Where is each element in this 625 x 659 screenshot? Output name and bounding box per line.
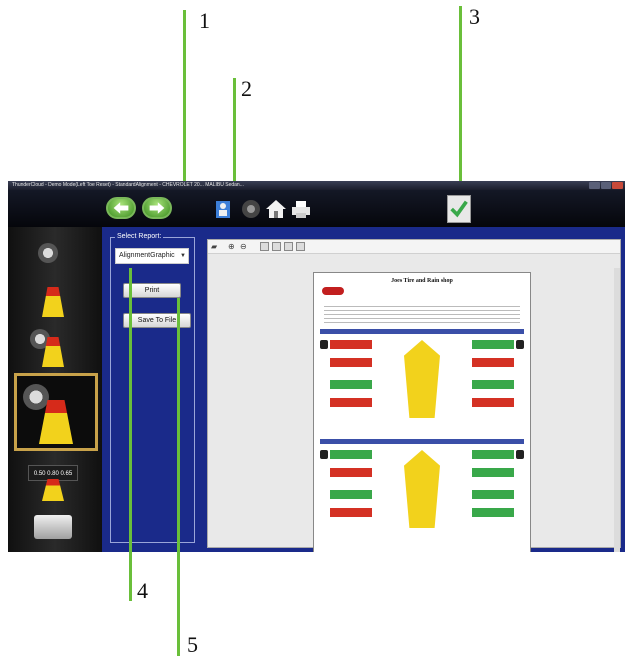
wheel-icon (320, 340, 328, 349)
print-icon[interactable] (290, 198, 312, 220)
select-report-panel: Select Report: AlignmentGraphic ▼ Print … (110, 233, 195, 543)
nav-item-report-active[interactable] (14, 373, 98, 451)
callout-line-4 (129, 268, 132, 601)
value-bar (472, 468, 514, 477)
value-bar (330, 508, 372, 517)
tire-icon (23, 384, 49, 410)
after-diagram (320, 446, 524, 532)
before-diagram (320, 336, 524, 422)
preview-toolbar: ▰ ⊕ ⊖ (208, 240, 620, 254)
page-view-four-button[interactable] (284, 242, 293, 251)
value-bar (472, 340, 514, 349)
callout-number-3: 3 (469, 4, 480, 29)
value-bar (330, 450, 372, 459)
customer-info-block (324, 303, 520, 323)
callout-number-2: 2 (241, 76, 252, 101)
zoom-out-icon[interactable]: ⊖ (240, 241, 247, 252)
wheel-icon (320, 450, 328, 459)
wheel-icon (516, 450, 524, 459)
preview-canvas: Joes Tire and Rain shop (208, 254, 620, 552)
tire-icon[interactable] (240, 198, 262, 220)
home-icon[interactable] (265, 198, 287, 220)
select-report-label: Select Report: (115, 233, 164, 240)
after-section-header (320, 439, 524, 444)
nav-item-alignment-rear[interactable] (22, 325, 84, 369)
window-controls (589, 182, 624, 189)
zoom-in-icon[interactable]: ⊕ (228, 241, 235, 252)
car-icon (42, 479, 64, 501)
tire-icon (38, 243, 58, 263)
measurement-values: 0.50 0.80 0.65 (28, 465, 78, 481)
forward-arrow-icon[interactable] (142, 197, 172, 219)
nav-item-tire-check[interactable] (22, 233, 84, 277)
page-view-two-button[interactable] (272, 242, 281, 251)
value-bar (330, 340, 372, 349)
checkmark-icon[interactable] (447, 195, 471, 223)
page-view-six-button[interactable] (296, 242, 305, 251)
value-bar (330, 380, 372, 389)
app-window: ThunderCloud - Demo Mode(Left Toe Reset)… (8, 181, 625, 552)
value-bar (472, 508, 514, 517)
value-bar (472, 450, 514, 459)
shop-logo (322, 287, 344, 295)
callout-line-5 (177, 298, 180, 656)
callout-line-3 (459, 6, 462, 186)
save-to-file-button[interactable]: Save To File (123, 313, 191, 328)
nav-item-print[interactable] (22, 505, 84, 549)
chevron-down-icon: ▼ (180, 253, 186, 259)
value-bar (330, 490, 372, 499)
report-dropdown-value: AlignmentGraphic (119, 252, 175, 259)
report-page: Joes Tire and Rain shop (313, 272, 531, 552)
top-toolbar (8, 190, 625, 227)
value-bar (472, 490, 514, 499)
maximize-button[interactable] (600, 182, 612, 189)
report-dropdown[interactable]: AlignmentGraphic ▼ (115, 248, 189, 264)
page-view-one-button[interactable] (260, 242, 269, 251)
print-preview-icon[interactable]: ▰ (211, 241, 217, 252)
shop-name: Joes Tire and Rain shop (391, 278, 453, 284)
info-person-icon[interactable] (213, 198, 235, 220)
vertical-scrollbar[interactable] (614, 268, 620, 552)
value-bar (330, 468, 372, 477)
value-bar (472, 358, 514, 367)
left-navigation: 0.50 0.80 0.65 (8, 227, 102, 552)
window-title: ThunderCloud - Demo Mode(Left Toe Reset)… (12, 182, 244, 188)
nav-item-measurements[interactable]: 0.50 0.80 0.65 (22, 459, 84, 503)
car-diagram (404, 340, 440, 418)
value-bar (330, 358, 372, 367)
title-bar: ThunderCloud - Demo Mode(Left Toe Reset)… (8, 181, 625, 190)
car-icon (42, 287, 64, 317)
car-diagram (404, 450, 440, 528)
minimize-button[interactable] (589, 182, 600, 189)
callout-number-1: 1 (199, 8, 210, 33)
callout-number-4: 4 (137, 578, 148, 603)
value-bar (472, 380, 514, 389)
close-button[interactable] (612, 182, 624, 189)
wheel-icon (516, 340, 524, 349)
report-preview: ▰ ⊕ ⊖ Joes Tire and Rain shop (207, 239, 621, 552)
printer-icon (34, 515, 72, 539)
before-section-header (320, 329, 524, 334)
nav-item-alignment-front[interactable] (22, 279, 84, 323)
value-bar (472, 398, 514, 407)
main-panel: Select Report: AlignmentGraphic ▼ Print … (102, 227, 625, 552)
value-bar (330, 398, 372, 407)
callout-number-5: 5 (187, 632, 198, 657)
back-arrow-icon[interactable] (106, 197, 136, 219)
